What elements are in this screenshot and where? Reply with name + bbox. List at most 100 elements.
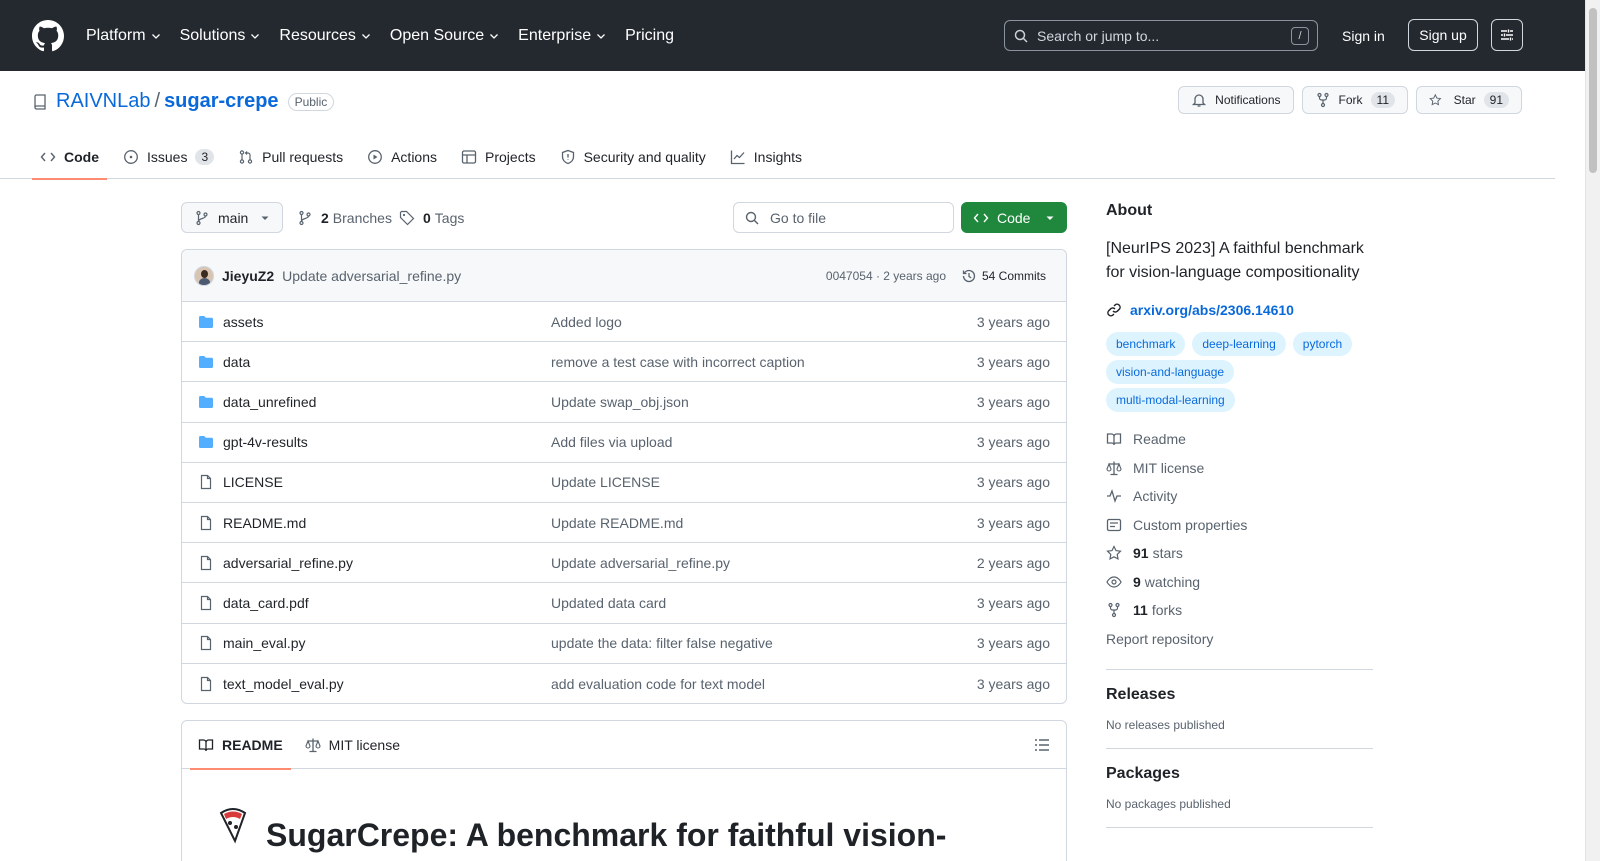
code-button[interactable]: Code	[961, 202, 1067, 233]
file-commit-message-link[interactable]: Updated data card	[551, 595, 666, 611]
star-button[interactable]: Star 91	[1416, 86, 1522, 114]
topic-tag[interactable]: vision-and-language	[1106, 360, 1235, 384]
nav-pricing[interactable]: Pricing	[625, 27, 674, 45]
file-name-link[interactable]: data	[223, 354, 551, 370]
tab-issues[interactable]: Issues 3	[115, 134, 222, 179]
file-commit-message-link[interactable]: Added logo	[551, 314, 622, 330]
divider	[1106, 669, 1373, 670]
file-commit-message-link[interactable]: update the data: filter false negative	[551, 635, 773, 651]
file-commit-message-link[interactable]: add evaluation code for text model	[551, 676, 765, 692]
avatar[interactable]	[194, 265, 214, 286]
file-commit-message-link[interactable]: Update swap_obj.json	[551, 394, 689, 410]
file-icon	[200, 595, 212, 611]
tab-label: Security and quality	[583, 148, 706, 165]
repo-name-link[interactable]: sugar-crepe	[164, 90, 279, 113]
file-name-link[interactable]: assets	[223, 314, 551, 330]
file-name-link[interactable]: main_eval.py	[223, 635, 551, 651]
global-search-input[interactable]: Search or jump to... /	[1004, 20, 1318, 51]
nav-open-source[interactable]: Open Source	[390, 27, 500, 45]
nav-solutions[interactable]: Solutions	[180, 27, 262, 45]
tab-label: Code	[64, 148, 99, 165]
star-count: 91	[1483, 92, 1509, 108]
branch-select-button[interactable]: main	[181, 202, 283, 233]
tab-pull-requests[interactable]: Pull requests	[230, 134, 351, 179]
file-name-link[interactable]: data_card.pdf	[223, 595, 551, 611]
topic-tag[interactable]: benchmark	[1106, 332, 1186, 356]
commits-link[interactable]: 54 Commits	[961, 268, 1046, 284]
menu-button[interactable]	[1491, 19, 1523, 51]
file-name-link[interactable]: text_model_eval.py	[223, 676, 551, 692]
nav-enterprise[interactable]: Enterprise	[518, 27, 607, 45]
commit-message-link[interactable]: Update adversarial_refine.py	[282, 268, 461, 284]
topic-tag[interactable]: multi-modal-learning	[1106, 388, 1235, 412]
file-name-link[interactable]: README.md	[223, 515, 551, 531]
caret-down-icon	[1046, 216, 1054, 220]
go-to-file-input[interactable]: Go to file	[733, 202, 954, 233]
tab-code[interactable]: Code	[32, 134, 107, 180]
file-name-link[interactable]: gpt-4v-results	[223, 434, 551, 450]
homepage-link[interactable]: arxiv.org/abs/2306.14610	[1106, 302, 1373, 318]
tab-security[interactable]: Security and quality	[552, 134, 714, 179]
tab-actions[interactable]: Actions	[359, 134, 445, 179]
visibility-badge: Public	[287, 92, 335, 111]
file-name-link[interactable]: adversarial_refine.py	[223, 555, 551, 571]
file-commit-date: 3 years ago	[976, 635, 1050, 652]
forks-link[interactable]: 11 forks	[1106, 596, 1373, 625]
readme-link[interactable]: Readme	[1106, 425, 1373, 454]
shield-icon	[561, 149, 574, 164]
file-commit-message-link[interactable]: Update LICENSE	[551, 474, 660, 490]
tab-projects[interactable]: Projects	[453, 134, 544, 179]
stars-link[interactable]: 91 stars	[1106, 539, 1373, 568]
nav-label: Pricing	[625, 26, 674, 44]
page-scrollbar[interactable]	[1585, 0, 1600, 861]
sign-in-link[interactable]: Sign in	[1330, 20, 1397, 51]
code-icon	[40, 152, 56, 161]
custom-properties-label: Custom properties	[1133, 516, 1248, 533]
forks-label: forks	[1151, 602, 1183, 619]
file-commit-message-link[interactable]: Update README.md	[551, 515, 683, 531]
file-name-link[interactable]: LICENSE	[223, 474, 551, 490]
notifications-button[interactable]: Notifications	[1178, 86, 1294, 114]
file-commit-message-link[interactable]: remove a test case with incorrect captio…	[551, 354, 805, 370]
tags-link[interactable]: 0 Tags	[399, 202, 464, 233]
repo-owner-link[interactable]: RAIVNLab	[56, 90, 151, 113]
github-logo-icon[interactable]	[32, 19, 64, 52]
file-commit-message-link[interactable]: Add files via upload	[551, 434, 672, 450]
nav-platform[interactable]: Platform	[86, 27, 162, 45]
file-commit-date: 3 years ago	[976, 675, 1050, 692]
branch-icon	[299, 210, 311, 225]
forks-count: 11	[1133, 602, 1148, 619]
tab-license[interactable]: MIT license	[297, 721, 408, 769]
chevron-down-icon	[361, 33, 370, 39]
file-commit-date: 3 years ago	[976, 514, 1050, 531]
branches-link[interactable]: 2 Branches	[297, 202, 392, 233]
file-name-link[interactable]: data_unrefined	[223, 394, 551, 410]
license-link[interactable]: MIT license	[1106, 454, 1373, 483]
nav-resources[interactable]: Resources	[279, 27, 371, 45]
watchers-link[interactable]: 9 watching	[1106, 568, 1373, 597]
file-commit-date: 3 years ago	[976, 393, 1050, 410]
scrollbar-thumb[interactable]	[1589, 8, 1597, 173]
packages-heading[interactable]: Packages	[1106, 765, 1373, 783]
outline-list-icon[interactable]	[1034, 737, 1050, 753]
activity-link[interactable]: Activity	[1106, 482, 1373, 511]
fork-button[interactable]: Fork 11	[1301, 86, 1408, 114]
watching-count: 9	[1133, 573, 1141, 590]
tags-count: 0	[423, 209, 431, 226]
book-icon	[1106, 433, 1122, 446]
topic-tag[interactable]: deep-learning	[1192, 332, 1286, 356]
branch-icon	[196, 210, 208, 225]
commit-author-link[interactable]: JieyuZ2	[222, 268, 274, 284]
global-header: Platform Solutions Resources Open Source…	[0, 0, 1600, 71]
custom-properties-link[interactable]: Custom properties	[1106, 511, 1373, 540]
stars-count: 91	[1133, 545, 1149, 562]
notifications-label: Notifications	[1215, 93, 1281, 107]
topic-tag[interactable]: pytorch	[1292, 332, 1353, 356]
tab-readme[interactable]: README	[190, 721, 291, 770]
sign-up-button[interactable]: Sign up	[1408, 19, 1478, 51]
report-repository-link[interactable]: Report repository	[1106, 625, 1373, 654]
releases-heading[interactable]: Releases	[1106, 686, 1373, 704]
file-commit-message-link[interactable]: Update adversarial_refine.py	[551, 555, 730, 571]
tab-insights[interactable]: Insights	[722, 134, 810, 179]
commit-meta[interactable]: 0047054 · 2 years ago	[826, 269, 946, 283]
